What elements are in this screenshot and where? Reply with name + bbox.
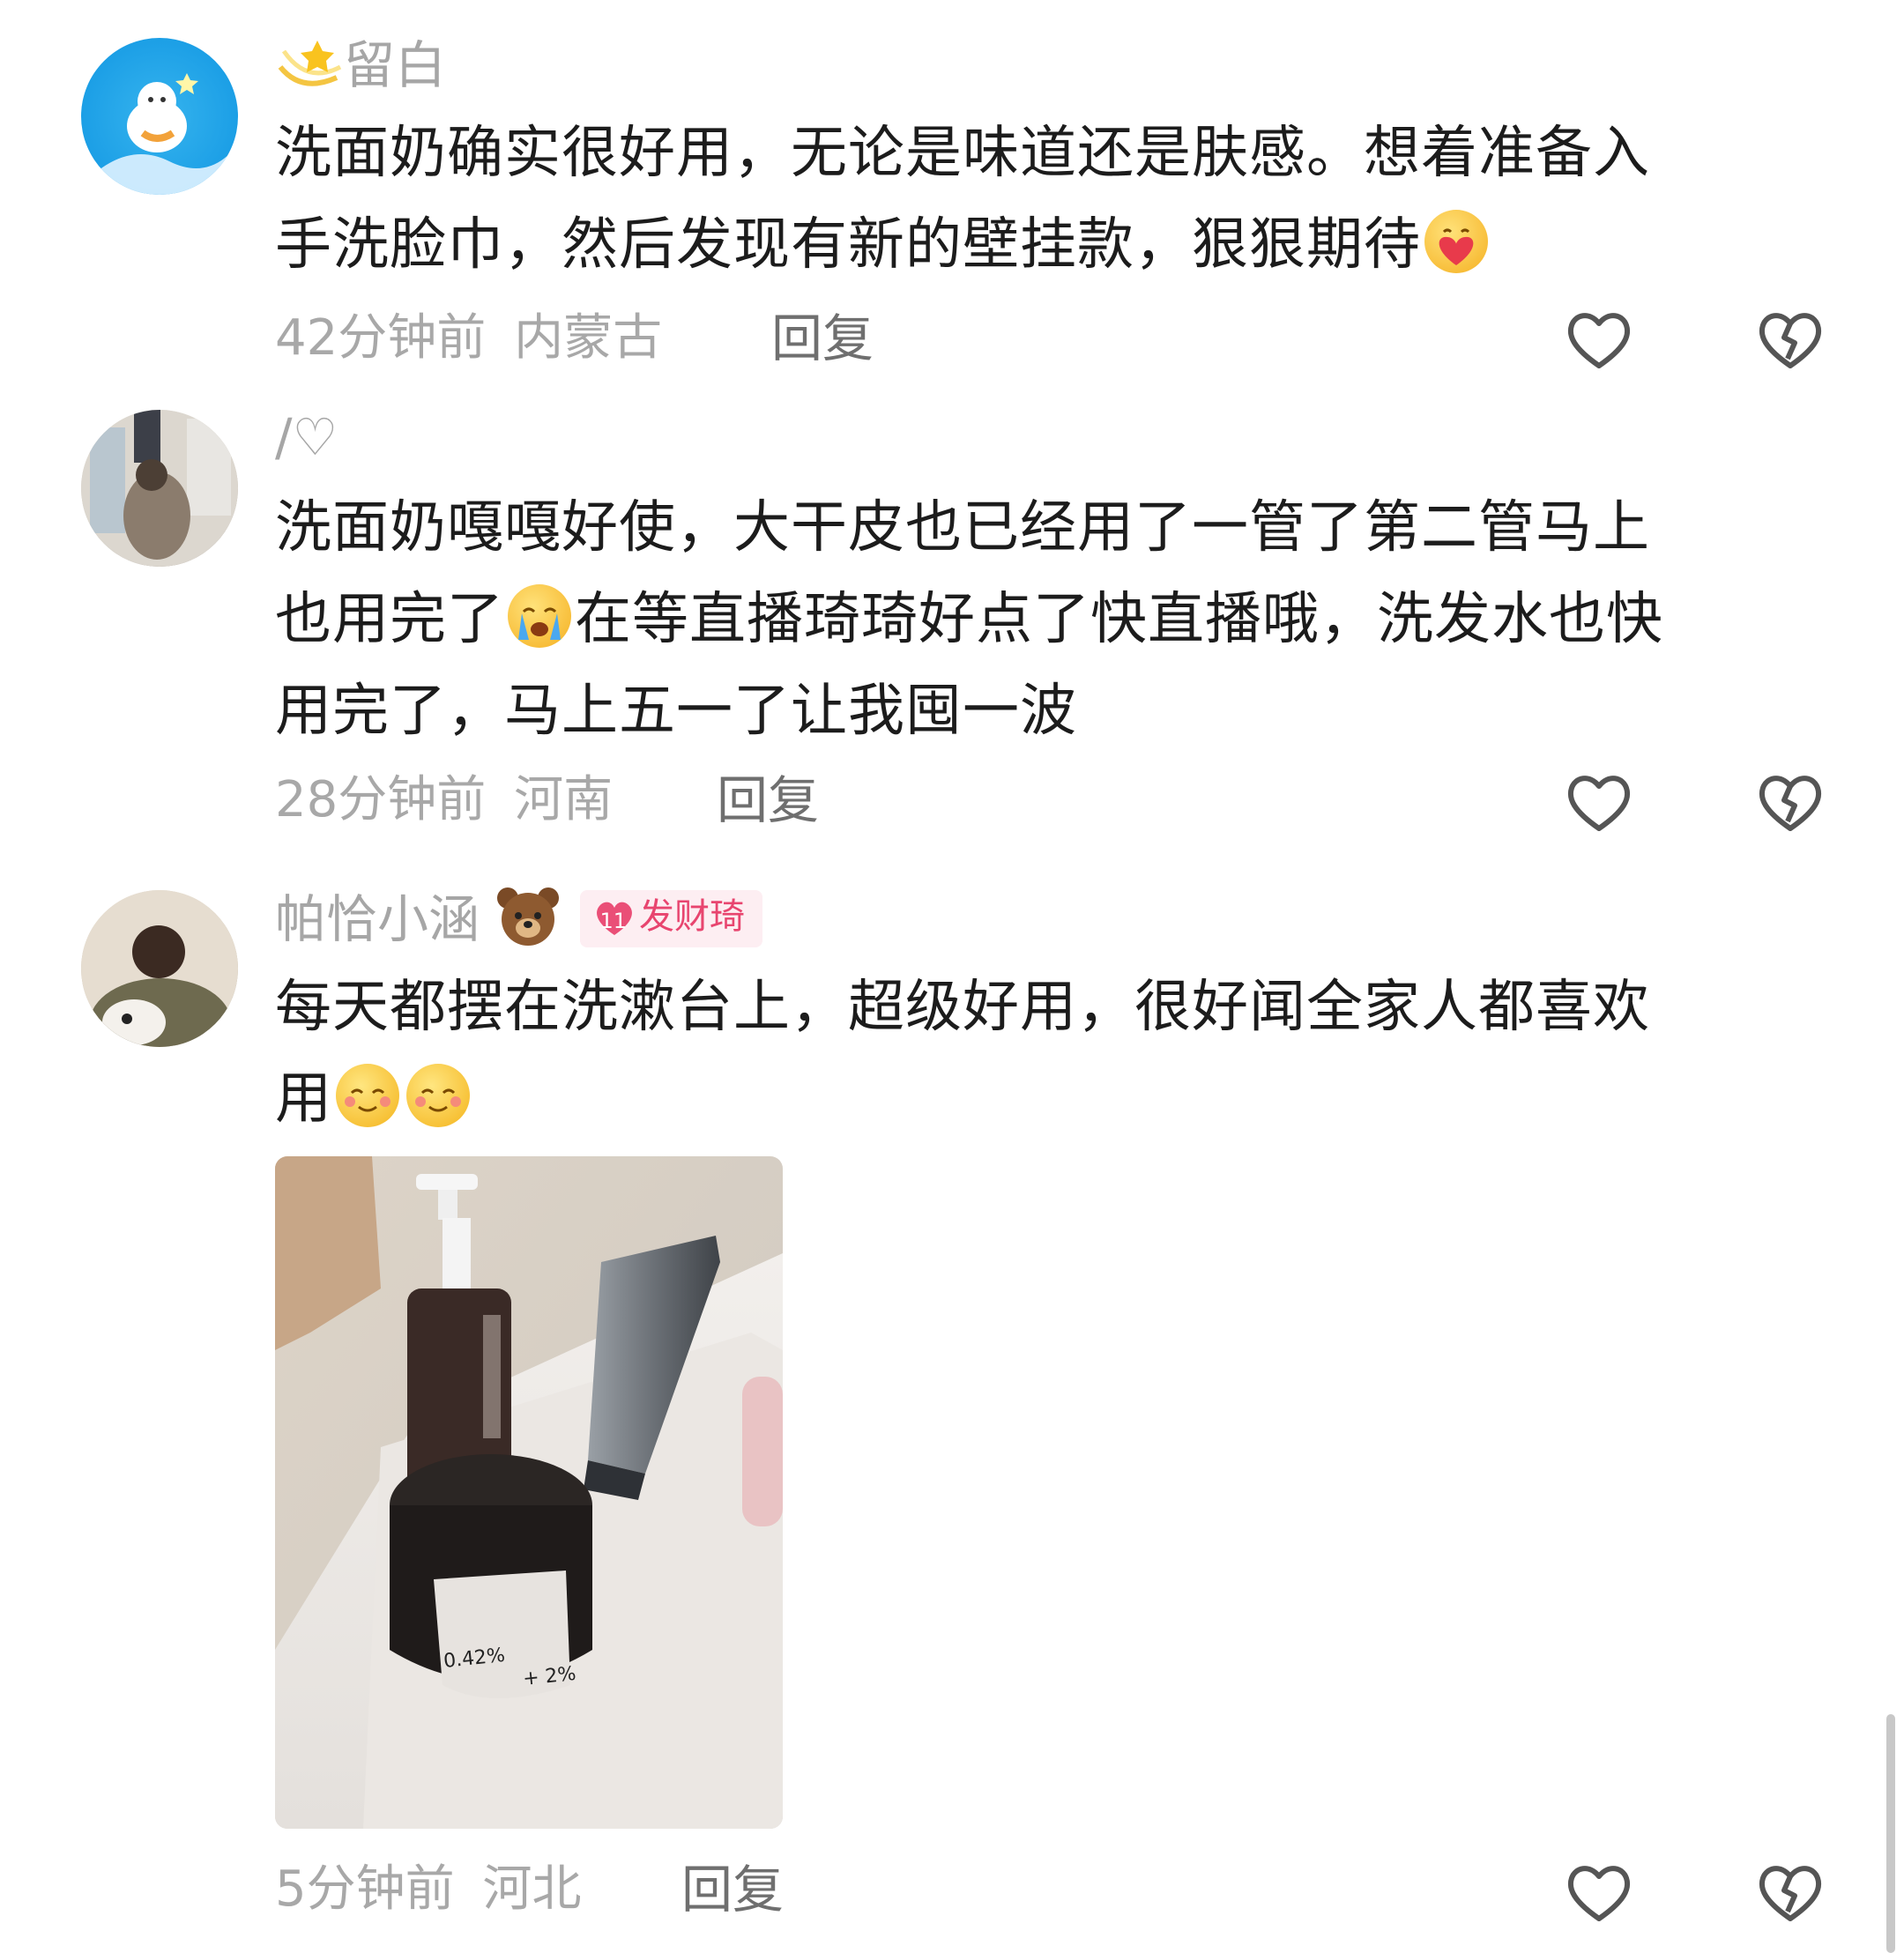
heart-outline-icon[interactable] — [1563, 1857, 1635, 1929]
comment-meta: 28分钟前 河南 — [275, 765, 613, 835]
comment-line: 手洗脸巾，然后发现有新的壁挂款，狠狠期待 — [275, 199, 1853, 291]
comment-text: 洗面奶嘎嘎好使，大干皮也已经用了一管了第二管马上 也用完了 在等直播琦琦好点了快… — [275, 482, 1853, 757]
comment-meta: 5分钟前 河北 — [275, 1854, 581, 1925]
badge-text: 发财琦 — [639, 896, 745, 937]
comment-line: 洗面奶嘎嘎好使，大干皮也已经用了一管了第二管马上 — [275, 495, 1650, 561]
product-photo: 0.42% + 2% — [275, 1156, 783, 1829]
broken-heart-icon[interactable] — [1754, 1857, 1826, 1929]
comment-text: 每天都摆在洗漱台上，超级好用，很好闻全家人都喜欢 用 — [275, 962, 1853, 1145]
avatar[interactable] — [81, 890, 238, 1047]
comment-line-text: 在等直播琦琦好点了快直播哦，洗发水也快 — [575, 587, 1663, 652]
smiling-blush-emoji-icon — [336, 1064, 399, 1127]
avatar-photo-icon — [81, 890, 238, 1047]
smiling-blush-emoji-icon — [406, 1064, 470, 1127]
comment-meta: 42分钟前 内蒙古 — [275, 303, 662, 374]
username-text: 帕恰小涵 — [275, 889, 480, 949]
avatar-cartoon-icon — [81, 73, 238, 195]
badge-level: 11 — [599, 909, 627, 933]
location: 河北 — [482, 1860, 582, 1918]
reply-button[interactable]: 回复 — [681, 1854, 784, 1925]
broken-heart-icon[interactable] — [1754, 304, 1826, 376]
hug-emoji-icon — [1424, 210, 1488, 273]
timestamp: 42分钟前 — [275, 309, 487, 367]
comment-line-text: 手洗脸巾，然后发现有新的壁挂款，狠狠期待 — [275, 212, 1421, 278]
timestamp: 5分钟前 — [275, 1860, 455, 1918]
crying-emoji-icon — [508, 584, 571, 648]
username[interactable]: 留白 — [275, 30, 446, 100]
avatar[interactable] — [81, 38, 238, 195]
timestamp: 28分钟前 — [275, 771, 487, 828]
heart-outline-icon[interactable] — [1563, 767, 1635, 839]
avatar-photo-icon — [81, 410, 238, 567]
reply-button[interactable]: 回复 — [771, 303, 874, 374]
reply-button[interactable]: 回复 — [717, 765, 819, 835]
comment-line: 每天都摆在洗漱台上，超级好用，很好闻全家人都喜欢 — [275, 975, 1650, 1040]
comment-line: 用 — [275, 1053, 1853, 1145]
comment-line-text: 用 — [275, 1066, 332, 1132]
location: 内蒙古 — [514, 309, 663, 367]
location: 河南 — [514, 771, 614, 828]
attached-photo[interactable]: 0.42% + 2% — [275, 1156, 783, 1829]
fan-badge[interactable]: 11 发财琦 — [580, 890, 762, 947]
broken-heart-icon[interactable] — [1754, 767, 1826, 839]
scrollbar[interactable] — [1886, 1714, 1895, 1953]
comment-text: 洗面奶确实很好用，无论是味道还是肤感。想着准备入 手洗脸巾，然后发现有新的壁挂款… — [275, 108, 1853, 291]
username-text: 留白 — [344, 35, 447, 95]
comment-line-text: 也用完了 — [275, 587, 504, 652]
comment-line: 洗面奶确实很好用，无论是味道还是肤感。想着准备入 — [275, 121, 1650, 186]
shooting-star-icon — [278, 41, 342, 86]
username[interactable]: /♡ — [275, 402, 338, 472]
bear-emoji-icon — [497, 887, 560, 946]
heart-outline-icon[interactable] — [1563, 304, 1635, 376]
comment-line: 用完了，马上五一了让我囤一波 — [275, 679, 1077, 744]
avatar[interactable] — [81, 410, 238, 567]
comment-line: 也用完了 在等直播琦琦好点了快直播哦，洗发水也快 — [275, 574, 1853, 665]
username[interactable]: 帕恰小涵 11 发财琦 — [275, 884, 762, 954]
